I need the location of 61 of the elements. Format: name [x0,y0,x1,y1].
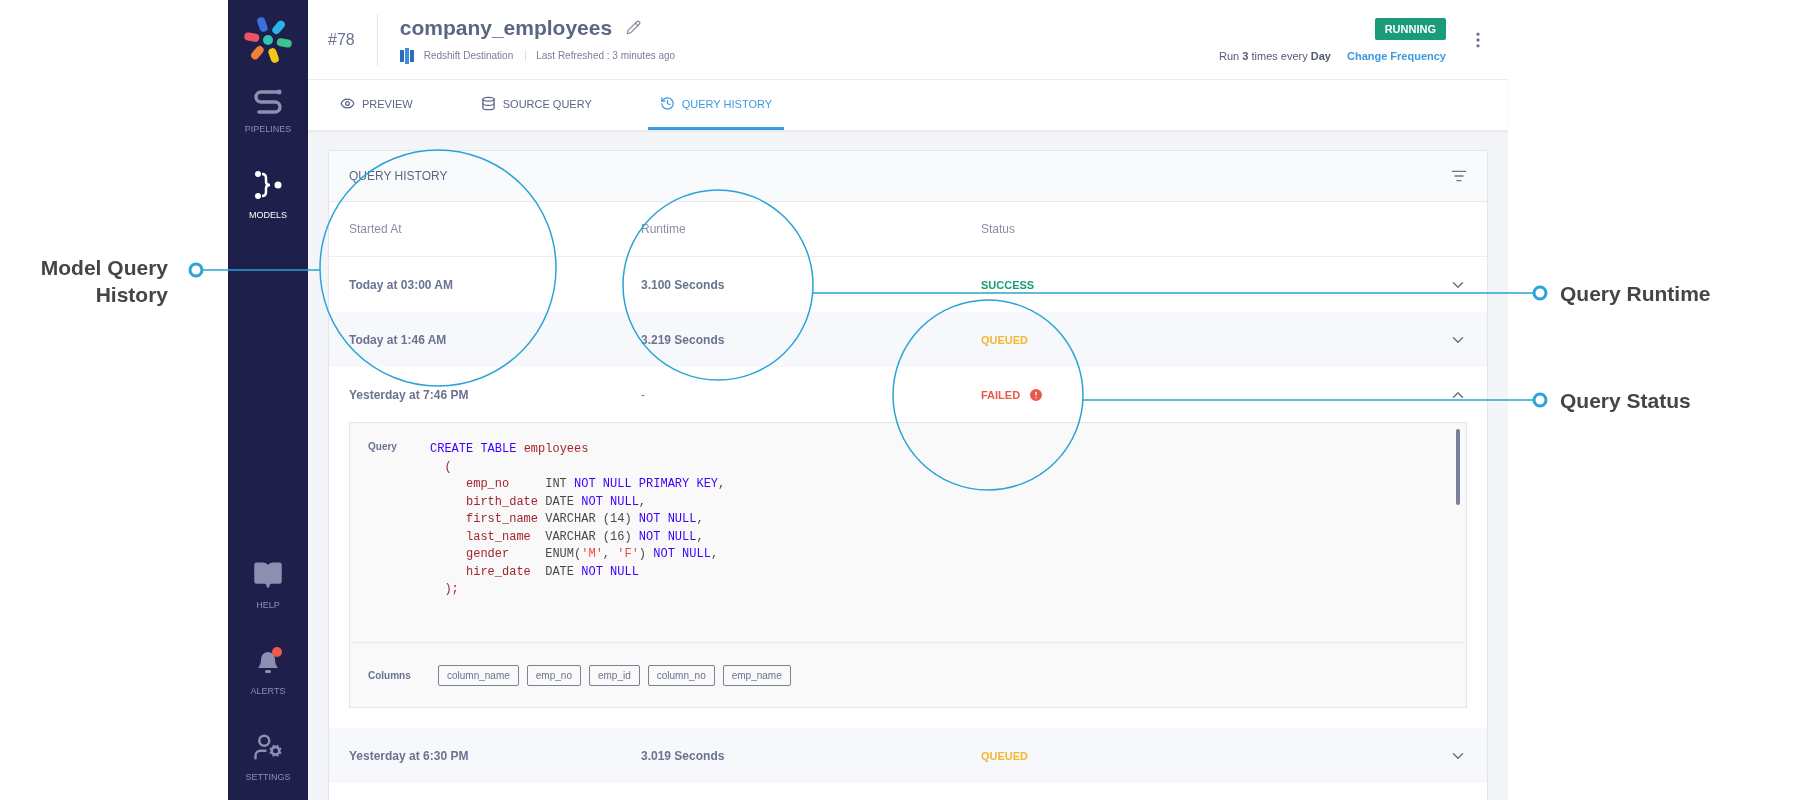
code-line: CREATE TABLE employees [430,441,590,458]
status-cell: SUCCESS [981,278,1035,291]
code-line: birth_date DATE NOT NULL, [465,493,648,511]
started-at-cell-text: Today at 03:00 AM [349,277,455,292]
runtime-cell-text: 3.019 Seconds [641,748,726,763]
tab[interactable]: PREVIEW [328,80,425,130]
sidebar-item[interactable]: PIPELINES [228,70,308,152]
code-line: first_name VARCHAR (14) NOT NULL, [465,511,705,528]
runtime-cell-text: 3.100 Seconds [641,277,726,292]
code-line: hire_date DATE NOT NULL [465,563,640,581]
column-tag: column_no [647,664,715,686]
callout-label: Query Runtime [1560,281,1711,307]
route-icon [253,88,283,114]
schedule-text: Run 3 times every Day [1219,49,1331,62]
column-tag: emp_no [526,664,581,686]
eye-icon [340,96,355,111]
callout-label: Query Status [1560,388,1691,414]
started-at-cell-text: Yesterday at 7:46 PM [349,387,470,402]
model-title: company_employees [399,15,613,40]
cylinder-icon [399,47,414,64]
callout-label: Model Query History [39,255,168,308]
destination-label: Redshift Destination [423,50,527,61]
column-header: Status [981,222,1017,236]
status-badge: RUNNING [1374,17,1446,40]
edit-icon[interactable] [626,20,642,35]
column-header: Started At [349,222,403,236]
column-tag: emp_name [722,664,791,686]
runtime-cell-text: - [641,387,646,402]
database-icon [480,96,496,111]
code-line: emp_no INT NOT NULL PRIMARY KEY, [465,476,726,493]
columns-label: Columns [368,669,412,681]
user-gear-icon [253,732,283,762]
started-at-cell-text: Yesterday at 6:30 PM [349,748,470,763]
sidebar-item[interactable]: HELP [228,542,308,628]
alert-icon [1028,386,1045,403]
code-line: ); [443,581,460,598]
code-line: ( [443,458,453,476]
scrollbar[interactable] [1456,429,1460,505]
status-cell: FAILED [981,386,1045,403]
code-line: last_name VARCHAR (16) NOT NULL, [465,528,705,546]
sidebar-item[interactable]: SETTINGS [228,714,308,800]
status-cell: QUEUED [981,749,1029,762]
query-label: Query [368,441,398,454]
status-cell: QUEUED [981,333,1029,346]
book-icon [253,560,283,590]
tab[interactable]: QUERY HISTORY [647,80,785,130]
brace-icon [253,170,283,200]
sidebar-item[interactable]: ALERTS [228,628,308,714]
code-line: gender ENUM('M', 'F') NOT NULL, [465,546,720,563]
filter-icon[interactable] [1451,168,1467,184]
pipeline-number: #78 [328,13,378,66]
column-tag: column_name [438,664,519,686]
runtime-cell-text: 3.219 Seconds [641,332,726,347]
sidebar-item[interactable]: MODELS [228,152,308,238]
refresh-time: Last Refreshed : 3 minutes ago [536,50,676,61]
history-icon [659,96,675,111]
tab[interactable]: SOURCE QUERY [468,80,604,130]
started-at-cell-text: Today at 1:46 AM [349,332,448,347]
column-header: Runtime [641,222,687,236]
change-frequency-link[interactable]: Change Frequency [1346,49,1446,62]
column-tag: emp_id [588,664,640,686]
